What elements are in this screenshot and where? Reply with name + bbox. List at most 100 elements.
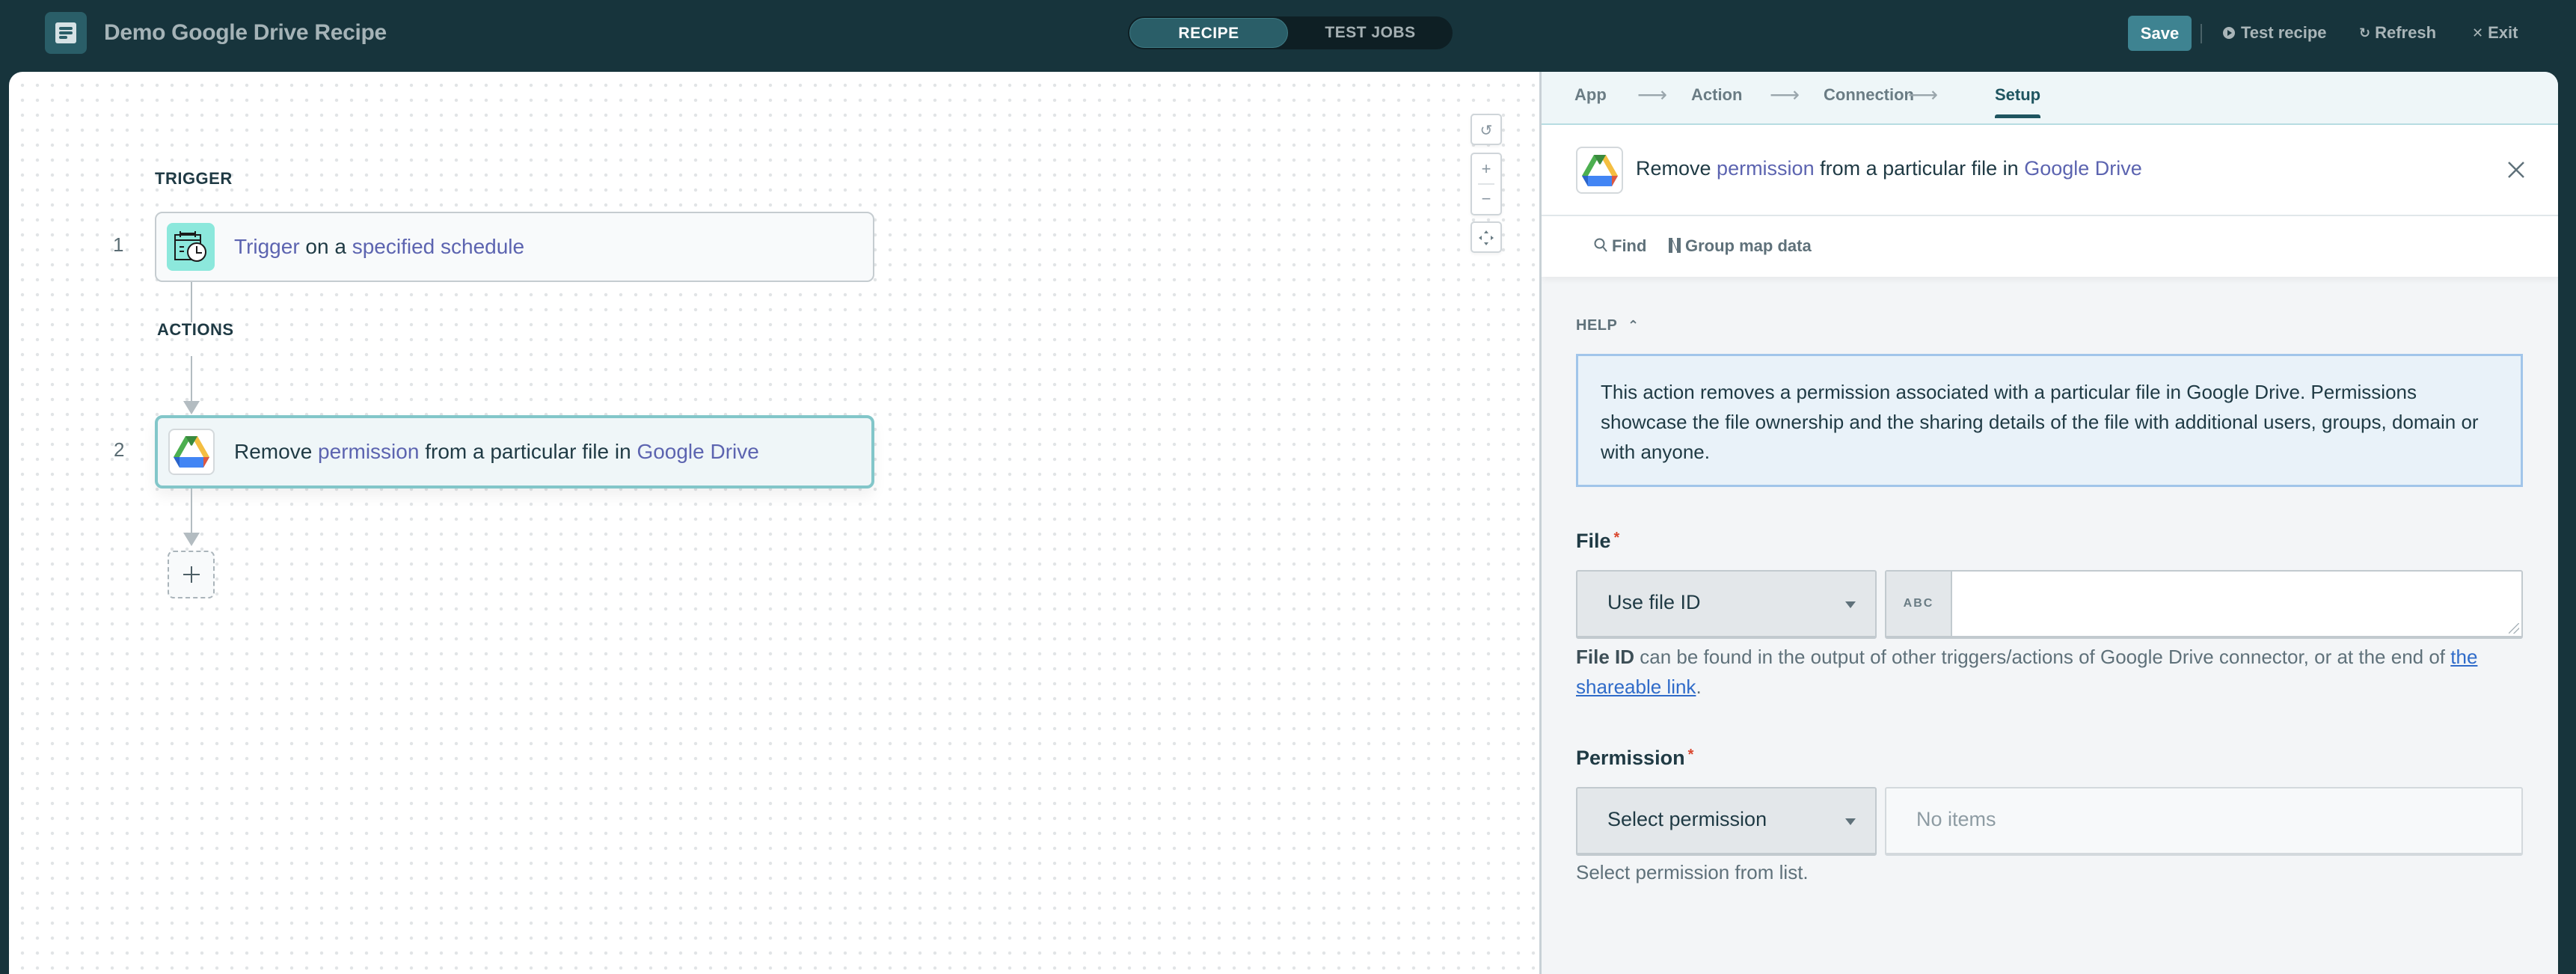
file-id-textarea[interactable] xyxy=(1954,572,2521,636)
find-label: Find xyxy=(1612,236,1647,255)
file-field-label: File * xyxy=(1576,530,1619,553)
string-type-tag: ABC xyxy=(1886,572,1952,636)
stepper-connection[interactable]: Connection xyxy=(1824,84,1914,106)
permission-label-text: Permission xyxy=(1576,747,1685,769)
google-drive-link[interactable]: Google Drive xyxy=(2024,157,2142,180)
zoom-controls: + − xyxy=(1471,153,1502,215)
permission-link[interactable]: permission xyxy=(318,440,419,463)
recipe-title[interactable]: Demo Google Drive Recipe xyxy=(104,16,387,49)
file-id-input[interactable]: ABC xyxy=(1885,570,2523,639)
test-recipe-label: Test recipe xyxy=(2241,23,2327,42)
title-part: from a particular file in xyxy=(1814,157,2025,180)
arrow-down-icon xyxy=(183,401,200,414)
resize-handle[interactable] xyxy=(2509,623,2519,634)
arrow-right-icon: ⟶ xyxy=(1637,83,1668,106)
top-header: Demo Google Drive Recipe RECIPE TEST JOB… xyxy=(0,0,2576,66)
panel-title: Remove permission from a particular file… xyxy=(1636,157,2142,180)
group-map-label: Group map data xyxy=(1685,236,1812,255)
connector-line xyxy=(191,282,192,322)
trigger-section-label: TRIGGER xyxy=(155,169,233,188)
arrow-down-icon xyxy=(183,533,200,546)
mode-toggle: RECIPE TEST JOBS xyxy=(1128,16,1453,49)
fit-to-screen-button[interactable] xyxy=(1471,221,1502,253)
file-field-hint: File ID can be found in the output of ot… xyxy=(1576,642,2526,702)
step-text-part: Remove xyxy=(234,440,319,463)
tab-recipe[interactable]: RECIPE xyxy=(1129,18,1288,48)
permission-mode-value: Select permission xyxy=(1607,808,1767,830)
help-toggle[interactable]: HELP ⌃ xyxy=(1576,317,1640,334)
step-text-part: from a particular file in xyxy=(419,440,637,463)
action-step-text: Remove permission from a particular file… xyxy=(234,440,759,464)
action-step-card[interactable]: Remove permission from a particular file… xyxy=(155,415,874,488)
exit-label: Exit xyxy=(2488,23,2518,42)
header-divider xyxy=(2201,24,2202,43)
group-map-data-button[interactable]: Group map data xyxy=(1669,234,1812,260)
stepper-app[interactable]: App xyxy=(1574,84,1607,106)
refresh-label: Refresh xyxy=(2375,23,2437,42)
wizard-stepper: App ⟶ Action ⟶ Connection ⟶ Setup xyxy=(1542,72,2558,125)
required-mark: * xyxy=(1687,747,1694,763)
zoom-in-icon[interactable]: + xyxy=(1472,154,1500,184)
stepper-setup[interactable]: Setup xyxy=(1995,84,2041,118)
required-mark: * xyxy=(1613,530,1620,546)
tab-test-jobs[interactable]: TEST JOBS xyxy=(1291,18,1450,48)
exit-button[interactable]: ✕ Exit xyxy=(2472,16,2518,49)
stepper-action[interactable]: Action xyxy=(1691,84,1742,106)
search-icon xyxy=(1594,236,1607,260)
zoom-out-icon[interactable]: − xyxy=(1472,184,1500,214)
google-drive-icon xyxy=(1576,147,1623,194)
add-step-button[interactable] xyxy=(168,551,215,598)
connector-line xyxy=(191,488,192,533)
caret-down-icon xyxy=(1845,818,1856,825)
permission-placeholder: No items xyxy=(1916,808,1996,830)
step-text-part: on a xyxy=(299,235,352,258)
close-panel-button[interactable] xyxy=(2503,156,2530,183)
group-map-icon xyxy=(1669,236,1681,260)
title-part: Remove xyxy=(1636,157,1717,180)
permission-mode-select[interactable]: Select permission xyxy=(1576,787,1877,856)
trigger-link[interactable]: Trigger xyxy=(234,235,300,258)
refresh-button[interactable]: ↻ Refresh xyxy=(2359,16,2436,49)
connector-line xyxy=(191,356,192,402)
hint-bold: File ID xyxy=(1576,646,1635,668)
play-circle-icon xyxy=(2223,27,2235,39)
test-recipe-button[interactable]: Test recipe xyxy=(2223,16,2327,49)
panel-toolbar: Find Group map data xyxy=(1542,216,2558,277)
file-label-text: File xyxy=(1576,530,1611,552)
arrow-right-icon: ⟶ xyxy=(1908,83,1939,106)
panel-title-row: Remove permission from a particular file… xyxy=(1542,125,2558,216)
actions-section-label: ACTIONS xyxy=(157,320,234,339)
step-number: 1 xyxy=(113,233,124,256)
step-config-panel: App ⟶ Action ⟶ Connection ⟶ Setup Remove… xyxy=(1539,72,2558,974)
chevron-up-icon: ⌃ xyxy=(1628,318,1640,333)
hint-text: can be found in the output of other trig… xyxy=(1634,646,2451,668)
caret-down-icon xyxy=(1845,601,1856,608)
schedule-calendar-clock-icon xyxy=(167,223,215,271)
trigger-step-card[interactable]: Trigger on a specified schedule xyxy=(155,212,874,282)
help-text-box: This action removes a permission associa… xyxy=(1576,354,2523,487)
file-mode-value: Use file ID xyxy=(1607,591,1701,613)
google-drive-link[interactable]: Google Drive xyxy=(637,440,758,463)
find-button[interactable]: Find xyxy=(1594,234,1646,260)
help-label: HELP xyxy=(1576,317,1617,334)
permission-field-hint: Select permission from list. xyxy=(1576,861,1809,883)
arrow-right-icon: ⟶ xyxy=(1770,83,1800,106)
permission-field-label: Permission * xyxy=(1576,747,1693,770)
refresh-icon: ↻ xyxy=(2359,25,2371,40)
save-button[interactable]: Save xyxy=(2128,16,2192,51)
step-number: 2 xyxy=(114,438,125,461)
close-icon: ✕ xyxy=(2472,25,2484,40)
trigger-step-text: Trigger on a specified schedule xyxy=(234,235,524,259)
close-icon xyxy=(2508,162,2524,178)
recipe-canvas[interactable]: TRIGGER 1 Trigger on a specified schedul… xyxy=(9,72,1539,974)
reset-view-button[interactable]: ↺ xyxy=(1471,114,1502,145)
document-list-icon xyxy=(45,12,87,54)
reset-icon: ↺ xyxy=(1479,122,1493,139)
permission-link[interactable]: permission xyxy=(1717,157,1815,180)
file-mode-select[interactable]: Use file ID xyxy=(1576,570,1877,639)
fit-to-screen-icon xyxy=(1472,223,1500,253)
google-drive-icon xyxy=(168,429,215,475)
schedule-link[interactable]: specified schedule xyxy=(352,235,524,258)
permission-picklist[interactable]: No items xyxy=(1885,787,2523,856)
hint-end: . xyxy=(1696,676,1702,698)
